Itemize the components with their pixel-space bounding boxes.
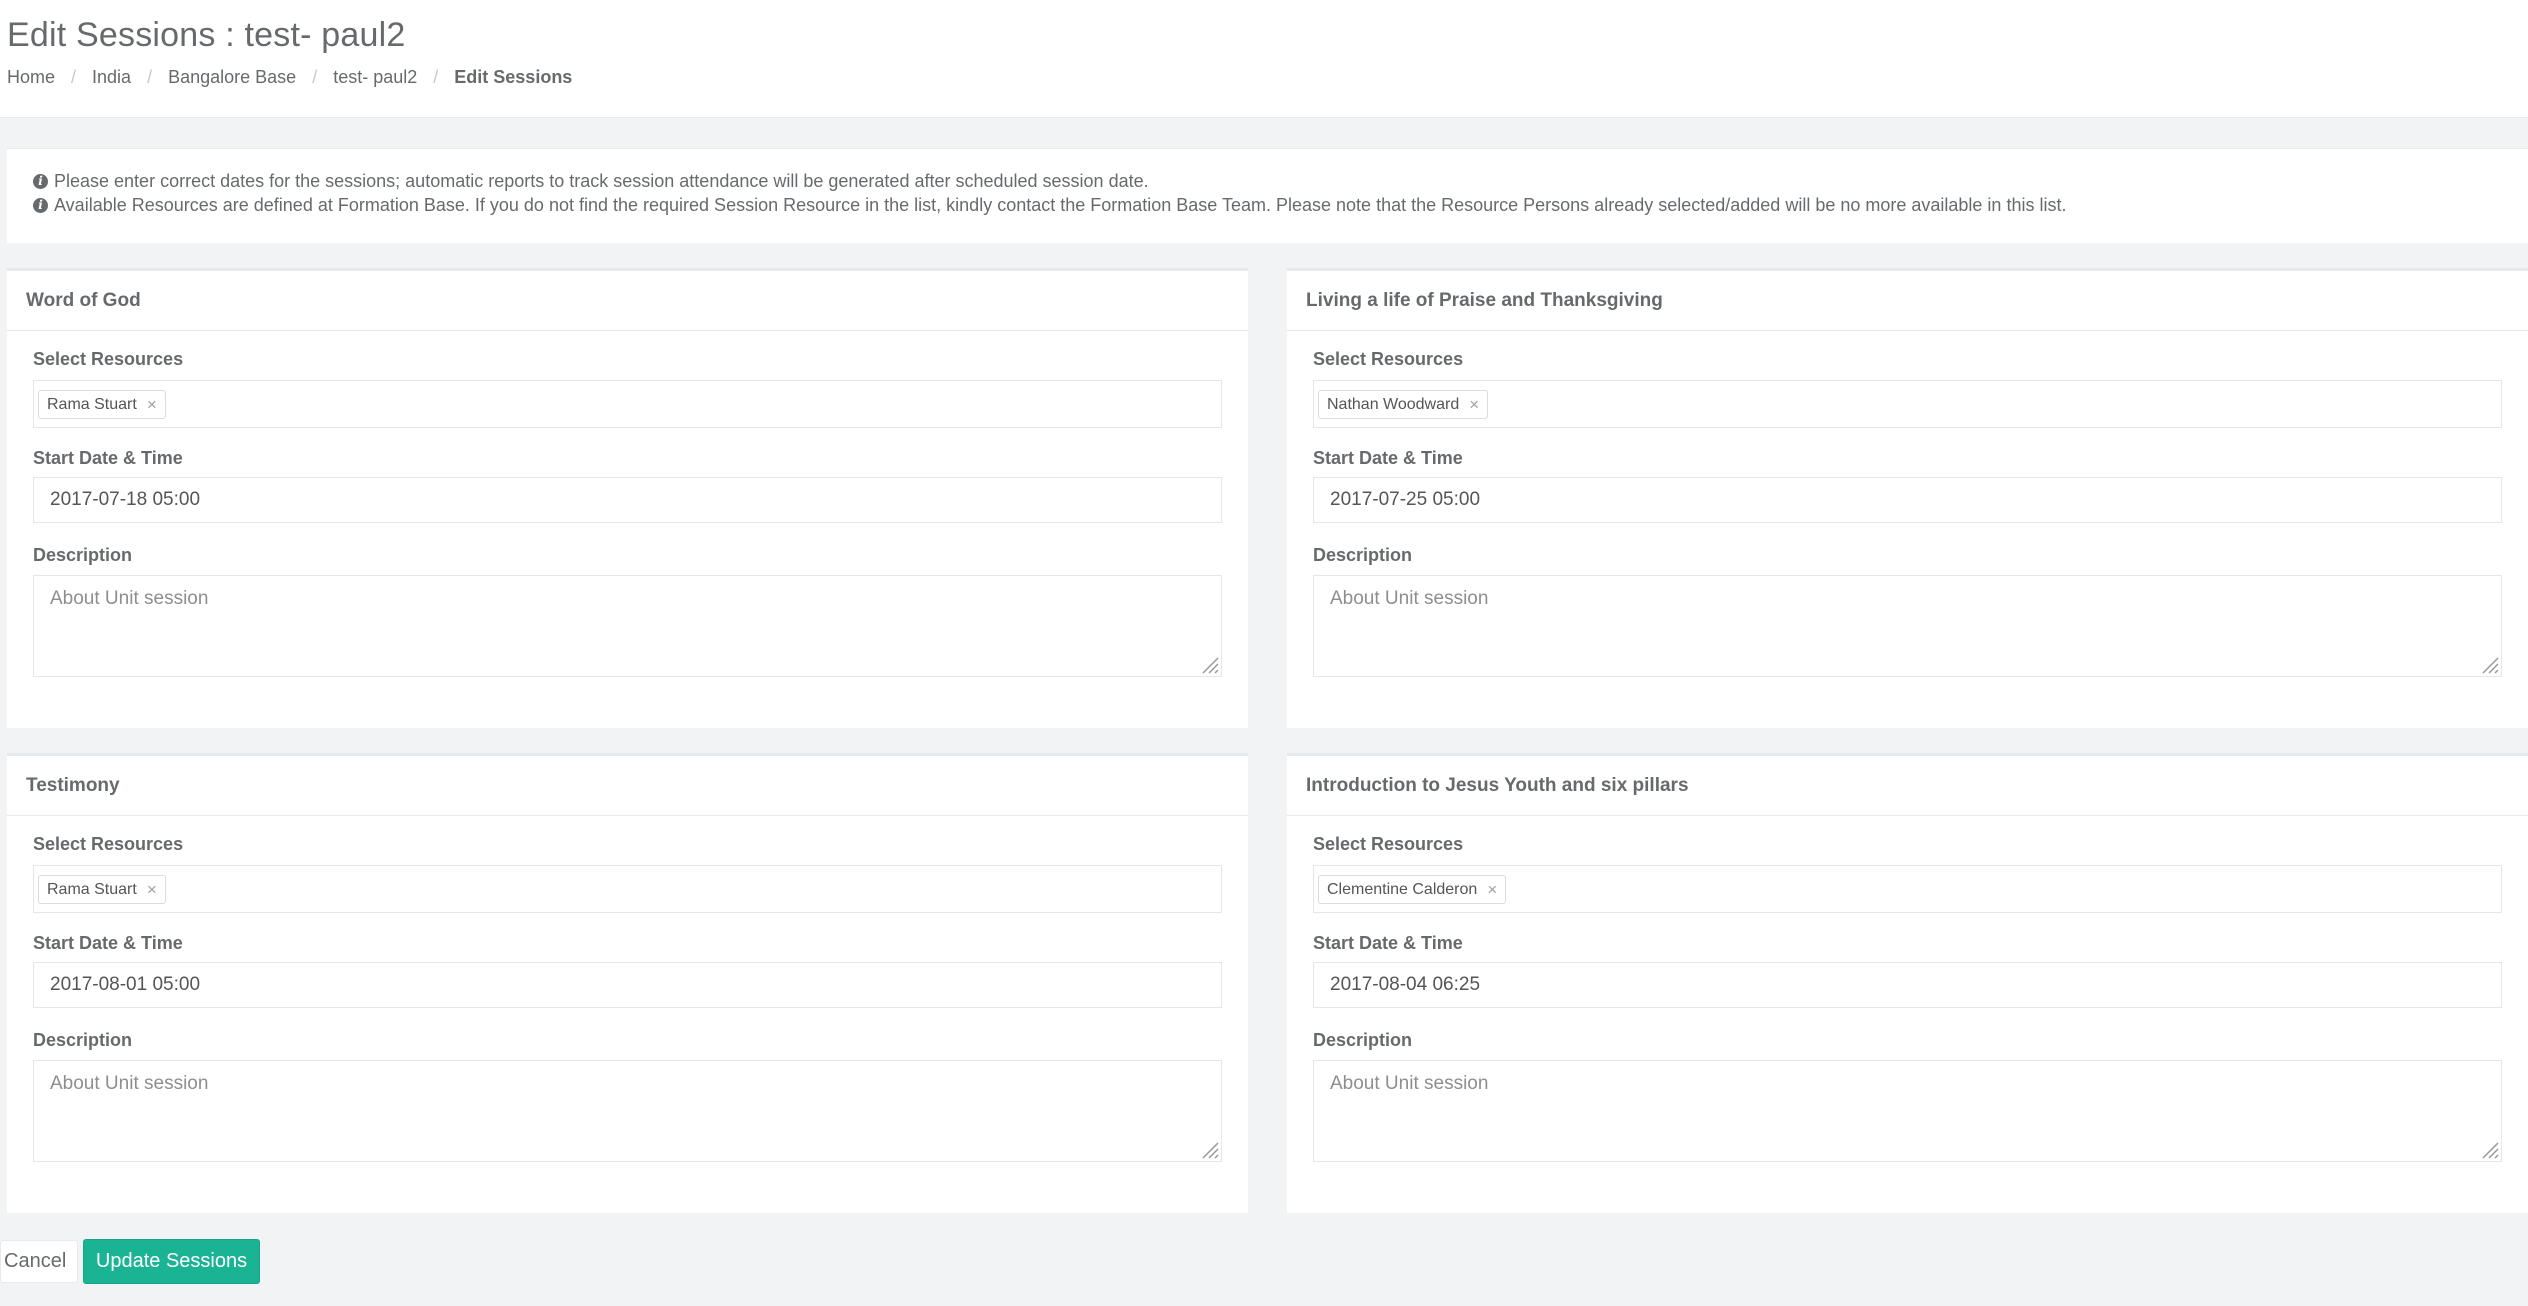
- resources-select[interactable]: Clementine Calderon ×: [1313, 865, 2502, 913]
- description-label: Description: [33, 545, 133, 565]
- resource-tag: Clementine Calderon ×: [1318, 875, 1507, 904]
- close-icon[interactable]: ×: [1487, 880, 1497, 900]
- info-box: i Please enter correct dates for the ses…: [7, 148, 2528, 243]
- page-header: Edit Sessions : test- paul2 Home / India…: [0, 0, 2528, 118]
- resize-grip-icon[interactable]: [2479, 654, 2499, 674]
- description-placeholder: About Unit session: [50, 588, 209, 609]
- breadcrumb-india[interactable]: India: [92, 67, 131, 88]
- start-date-label: Start Date & Time: [33, 933, 183, 953]
- info-line: i Please enter correct dates for the ses…: [33, 169, 2528, 193]
- resize-grip-icon[interactable]: [1199, 1139, 1219, 1159]
- start-date-input[interactable]: 2017-07-18 05:00: [33, 477, 1222, 523]
- breadcrumb-bangalore-base[interactable]: Bangalore Base: [168, 67, 296, 88]
- resources-select[interactable]: Rama Stuart ×: [33, 380, 1222, 428]
- resource-name: Clementine Calderon: [1327, 880, 1478, 898]
- description-textarea[interactable]: About Unit session: [1313, 575, 2502, 677]
- resource-name: Rama Stuart: [47, 880, 137, 898]
- breadcrumb-separator: /: [433, 67, 439, 87]
- resources-select[interactable]: Nathan Woodward ×: [1313, 380, 2502, 428]
- info-circle-icon: i: [33, 173, 48, 189]
- info-text: Please enter correct dates for the sessi…: [54, 171, 1149, 191]
- resources-select[interactable]: Rama Stuart ×: [33, 865, 1222, 913]
- description-textarea[interactable]: About Unit session: [33, 1060, 1222, 1162]
- session-title: Testimony: [7, 753, 1248, 816]
- description-placeholder: About Unit session: [1330, 1073, 1489, 1094]
- breadcrumb: Home / India / Bangalore Base / test- pa…: [7, 67, 572, 88]
- start-date-input[interactable]: 2017-08-01 05:00: [33, 962, 1222, 1008]
- session-panel: Word of God Select Resources Rama Stuart…: [7, 268, 1248, 728]
- description-label: Description: [33, 1030, 133, 1050]
- description-textarea[interactable]: About Unit session: [1313, 1060, 2502, 1162]
- session-panel: Living a life of Praise and Thanksgiving…: [1287, 268, 2528, 728]
- start-date-input[interactable]: 2017-08-04 06:25: [1313, 962, 2502, 1008]
- resource-tag: Rama Stuart ×: [38, 390, 166, 419]
- info-text: Available Resources are defined at Forma…: [54, 195, 2067, 215]
- resize-grip-icon[interactable]: [1199, 654, 1219, 674]
- session-title: Living a life of Praise and Thanksgiving: [1287, 268, 2528, 331]
- close-icon[interactable]: ×: [1469, 395, 1479, 415]
- close-icon[interactable]: ×: [147, 395, 157, 415]
- resource-tag: Rama Stuart ×: [38, 875, 166, 904]
- info-line: i Available Resources are defined at For…: [33, 193, 2528, 217]
- page-title: Edit Sessions : test- paul2: [7, 16, 406, 54]
- resource-tag: Nathan Woodward ×: [1318, 390, 1489, 419]
- cancel-button[interactable]: Cancel: [0, 1240, 78, 1283]
- breadcrumb-test-paul2[interactable]: test- paul2: [333, 67, 417, 88]
- session-panel: Testimony Select Resources Rama Stuart ×…: [7, 753, 1248, 1213]
- description-label: Description: [1313, 545, 1413, 565]
- session-panel: Introduction to Jesus Youth and six pill…: [1287, 753, 2528, 1213]
- breadcrumb-edit-sessions: Edit Sessions: [454, 67, 573, 87]
- select-resources-label: Select Resources: [33, 834, 184, 854]
- close-icon[interactable]: ×: [147, 880, 157, 900]
- breadcrumb-home[interactable]: Home: [7, 67, 55, 88]
- start-date-label: Start Date & Time: [33, 448, 183, 468]
- update-sessions-button[interactable]: Update Sessions: [83, 1239, 260, 1284]
- description-placeholder: About Unit session: [1330, 588, 1489, 609]
- session-title: Word of God: [7, 268, 1248, 331]
- select-resources-label: Select Resources: [1313, 834, 1464, 854]
- start-date-input[interactable]: 2017-07-25 05:00: [1313, 477, 2502, 523]
- session-title: Introduction to Jesus Youth and six pill…: [1287, 753, 2528, 816]
- breadcrumb-separator: /: [71, 67, 77, 87]
- resize-grip-icon[interactable]: [2479, 1139, 2499, 1159]
- breadcrumb-separator: /: [147, 67, 153, 87]
- select-resources-label: Select Resources: [33, 349, 184, 369]
- start-date-label: Start Date & Time: [1313, 448, 1463, 468]
- description-label: Description: [1313, 1030, 1413, 1050]
- description-placeholder: About Unit session: [50, 1073, 209, 1094]
- resource-name: Rama Stuart: [47, 395, 137, 413]
- description-textarea[interactable]: About Unit session: [33, 575, 1222, 677]
- select-resources-label: Select Resources: [1313, 349, 1464, 369]
- info-circle-icon: i: [33, 197, 48, 213]
- start-date-label: Start Date & Time: [1313, 933, 1463, 953]
- resource-name: Nathan Woodward: [1327, 395, 1460, 413]
- breadcrumb-separator: /: [312, 67, 318, 87]
